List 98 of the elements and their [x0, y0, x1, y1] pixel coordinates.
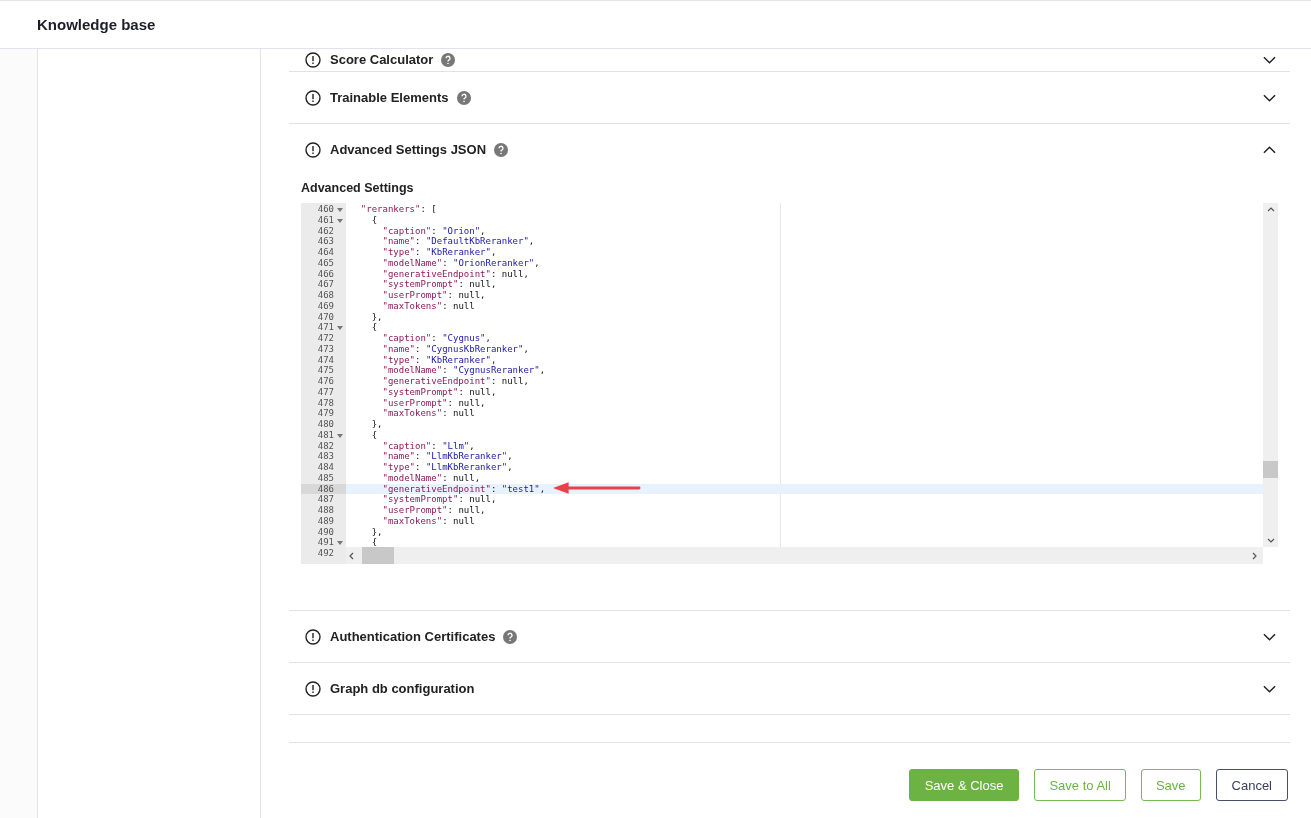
chevron-icon[interactable]: [1263, 93, 1276, 102]
code-line: },: [370, 311, 383, 323]
code-line: "maxTokens": null: [381, 515, 475, 527]
section-title[interactable]: Trainable Elements: [330, 90, 449, 105]
code-line: "name": "DefaultKbReranker",: [381, 236, 535, 247]
line-number: 468: [317, 290, 334, 301]
code-line: "rerankers": [: [359, 204, 437, 215]
scroll-right-icon[interactable]: [1252, 551, 1257, 560]
section-title[interactable]: Authentication Certificates: [330, 629, 496, 644]
line-number: 465: [317, 257, 334, 269]
line-number: 486: [317, 483, 334, 495]
field-label: Advanced Settings: [301, 181, 415, 195]
line-number: 490: [317, 526, 334, 538]
line-number: 476: [317, 376, 334, 387]
exclamation-icon: [305, 141, 321, 158]
line-number: 484: [317, 462, 334, 473]
line-number: 472: [317, 333, 334, 344]
section-title[interactable]: Advanced Settings JSON: [330, 142, 487, 157]
code-line: },: [370, 526, 383, 538]
code-line: "type": "LlmKbReranker",: [381, 462, 513, 473]
line-number: 466: [317, 268, 334, 280]
line-number: 485: [317, 472, 334, 484]
line-number: 460: [317, 204, 334, 215]
exclamation-icon: [305, 89, 321, 106]
fold-icon[interactable]: [337, 433, 343, 438]
code-line: "maxTokens": null: [381, 408, 475, 419]
code-line: "userPrompt": null,: [381, 397, 486, 409]
help-icon[interactable]: [494, 142, 509, 157]
action-button[interactable]: Cancel: [1215, 769, 1288, 801]
line-number: 487: [317, 494, 334, 505]
line-number: 470: [317, 311, 334, 323]
line-number: 492: [317, 548, 334, 559]
code-line: {: [370, 429, 378, 441]
code-line: "generativeEndpoint": null,: [381, 376, 529, 387]
chevron-icon[interactable]: [1263, 632, 1276, 641]
line-number: 471: [317, 322, 334, 333]
line-number: 482: [317, 440, 334, 452]
code-line: "generativeEndpoint": "test1",: [381, 483, 546, 495]
scroll-left-icon[interactable]: [349, 551, 354, 560]
chevron-icon[interactable]: [1263, 145, 1276, 154]
line-number: 481: [317, 429, 334, 441]
section-title[interactable]: Score Calculator: [330, 52, 434, 67]
line-number: 469: [317, 300, 334, 312]
code-line: "generativeEndpoint": null,: [381, 268, 529, 280]
code-line: "name": "LlmKbReranker",: [381, 451, 513, 462]
section-title[interactable]: Graph db configuration: [330, 681, 475, 696]
help-icon[interactable]: [503, 629, 518, 644]
fold-icon[interactable]: [337, 326, 343, 331]
code-line: "maxTokens": null: [381, 300, 475, 312]
code-line: "caption": "Cygnus",: [381, 333, 491, 344]
fold-icon[interactable]: [337, 541, 343, 546]
code-line: },: [370, 419, 383, 430]
code-line: "type": "KbReranker",: [381, 354, 497, 366]
line-number: 461: [317, 214, 334, 226]
line-number: 462: [317, 225, 334, 237]
line-number: 489: [317, 515, 334, 527]
line-number: 491: [317, 537, 334, 548]
code-line: "userPrompt": null,: [381, 505, 486, 516]
exclamation-icon: [305, 51, 321, 68]
line-number: 477: [317, 386, 334, 398]
code-line: "modelName": null,: [381, 472, 481, 484]
code-line: "type": "KbReranker",: [381, 247, 497, 258]
code-line: {: [370, 214, 378, 226]
scroll-thumb[interactable]: [1263, 461, 1278, 478]
line-number: 467: [317, 279, 334, 290]
code-line: "caption": "Orion",: [381, 225, 486, 237]
code-line: "name": "CygnusKbReranker",: [381, 343, 529, 355]
line-number: 479: [317, 408, 334, 419]
code-line: "caption": "Llm",: [381, 440, 475, 452]
code-line: "systemPrompt": null,: [381, 386, 497, 398]
chevron-icon[interactable]: [1263, 55, 1276, 64]
code-line: "modelName": "OrionReranker",: [381, 257, 540, 269]
scroll-down-icon[interactable]: [1266, 538, 1275, 543]
help-icon[interactable]: [456, 90, 471, 105]
exclamation-icon: [305, 680, 321, 697]
line-number: 478: [317, 397, 334, 409]
scroll-thumb[interactable]: [362, 547, 394, 564]
line-number: 463: [317, 236, 334, 247]
scroll-up-icon[interactable]: [1266, 207, 1275, 212]
exclamation-icon: [305, 628, 321, 645]
line-number: 475: [317, 365, 334, 376]
line-number: 473: [317, 343, 334, 355]
code-line: "userPrompt": null,: [381, 290, 486, 301]
vertical-scrollbar[interactable]: [1263, 203, 1278, 547]
code-line: "modelName": "CygnusReranker",: [381, 365, 546, 376]
line-number: 464: [317, 247, 334, 258]
page-title: Knowledge base: [37, 16, 156, 33]
code-line: {: [370, 322, 378, 333]
horizontal-scrollbar[interactable]: [346, 547, 1263, 564]
help-icon[interactable]: [441, 52, 456, 67]
code-line: {: [370, 537, 378, 547]
line-number: 488: [317, 505, 334, 516]
code-line: "systemPrompt": null,: [381, 494, 497, 505]
line-number: 480: [317, 419, 334, 430]
chevron-icon[interactable]: [1263, 684, 1276, 693]
line-number: 483: [317, 451, 334, 462]
line-number: 474: [317, 354, 334, 366]
code-line: "systemPrompt": null,: [381, 279, 497, 290]
